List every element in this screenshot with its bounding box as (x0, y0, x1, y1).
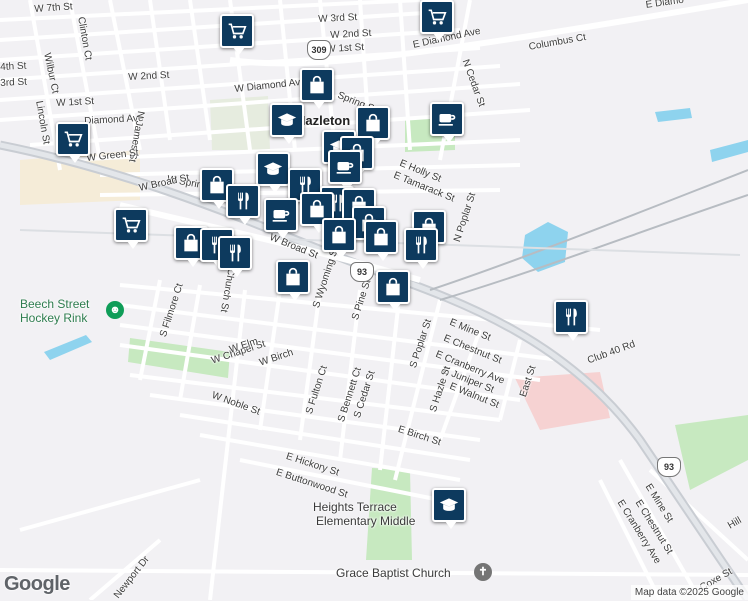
railway-line (429, 169, 748, 291)
street-label: W 1st St (56, 96, 95, 109)
map-marker-restaurant[interactable] (554, 300, 588, 341)
map-marker-cafe[interactable] (328, 150, 362, 191)
map-marker-shopping-cart[interactable] (114, 208, 148, 249)
map-marker-shopping-bag[interactable] (376, 270, 410, 311)
map-marker-shopping-bag[interactable] (356, 106, 390, 147)
map-marker-shopping-cart[interactable] (56, 122, 90, 163)
map-marker-school[interactable] (270, 103, 304, 144)
poi-label-line1: Heights Terrace (313, 500, 397, 514)
map-marker-restaurant[interactable] (218, 236, 252, 277)
street-label: 4th St (0, 60, 27, 73)
map-marker-cafe[interactable] (264, 198, 298, 239)
water-body (44, 335, 92, 360)
map-marker-school[interactable] (432, 488, 466, 529)
map-attribution[interactable]: Map data ©2025 Google (630, 585, 748, 600)
railway-line (439, 194, 748, 301)
google-logo: Google (4, 573, 70, 595)
poi-label-line1: Beech Street (20, 297, 90, 311)
map-marker-shopping-cart[interactable] (220, 14, 254, 55)
map-marker-restaurant[interactable] (226, 184, 260, 225)
street-label: W 1st St (326, 42, 365, 55)
poi-label-line2: Hockey Rink (20, 311, 88, 325)
map-marker-shopping-bag[interactable] (276, 260, 310, 301)
map-marker-shopping-bag[interactable] (322, 218, 356, 259)
park-area (675, 415, 748, 490)
map-marker-shopping-bag[interactable] (300, 68, 334, 109)
poi-label-line2: Elementary Middle (316, 514, 416, 528)
route-shield: 93 (657, 457, 681, 477)
leisure-icon: ☻ (106, 301, 124, 319)
street-label: W 3rd St (318, 11, 358, 25)
map-marker-cafe[interactable] (430, 102, 464, 143)
church-icon: ✝ (474, 563, 492, 581)
map-marker-shopping-bag[interactable] (364, 220, 398, 261)
route-shield: 309 (307, 40, 331, 60)
street-label: W 2nd St (330, 27, 372, 41)
street-label: 3rd St (0, 76, 28, 89)
water-body (655, 108, 692, 122)
poi-label-church: Grace Baptist Church (336, 566, 451, 580)
map-marker-restaurant[interactable] (404, 228, 438, 269)
route-shield: 93 (350, 262, 374, 282)
street-label: W 2nd St (128, 69, 170, 83)
place-label-hazleton: Hazleton (296, 113, 351, 128)
map-marker-shopping-cart[interactable] (420, 0, 454, 41)
water-body (710, 140, 748, 162)
map-marker-school[interactable] (256, 152, 290, 193)
